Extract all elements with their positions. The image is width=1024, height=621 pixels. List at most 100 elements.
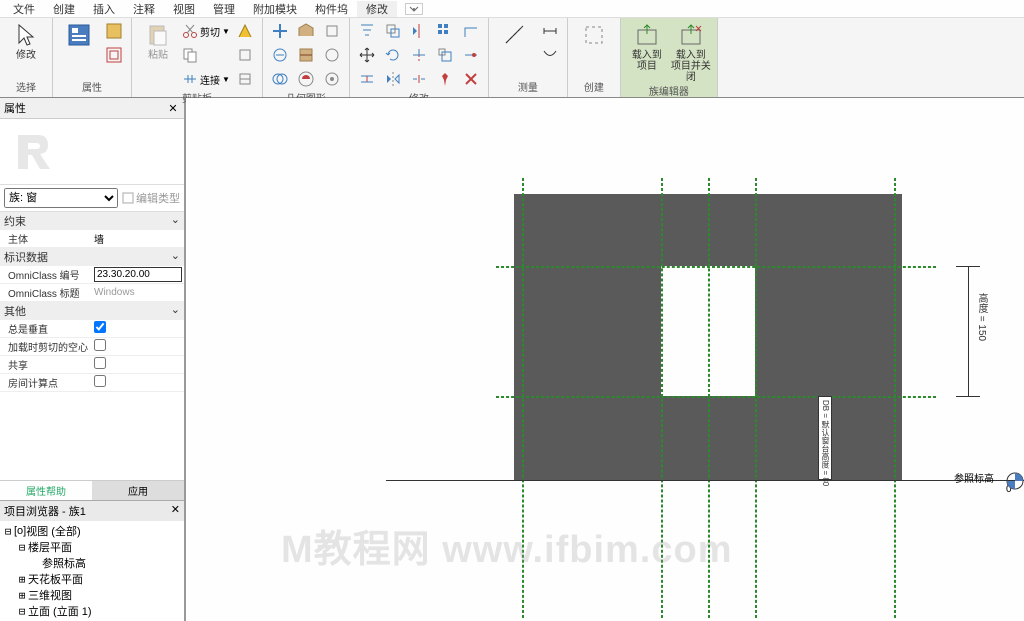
move-button[interactable] bbox=[356, 44, 378, 66]
scale-button[interactable] bbox=[434, 44, 456, 66]
node-floor-plans[interactable]: ⊟楼层平面 bbox=[2, 539, 182, 555]
ribbon-group-create: 创建 bbox=[568, 18, 621, 97]
menu-view[interactable]: 视图 bbox=[164, 1, 204, 17]
drawing-canvas[interactable]: 高度 = 150 DB = 默认窗台高度 = 80 参照标高 0 M教程网 ww… bbox=[186, 98, 1024, 621]
shared-checkbox[interactable] bbox=[94, 357, 106, 369]
dim-height-line[interactable] bbox=[968, 266, 969, 396]
trim-corner-button[interactable] bbox=[460, 20, 482, 42]
properties-icon bbox=[66, 22, 92, 48]
group-label-create: 创建 bbox=[574, 79, 614, 95]
geom-tool-a[interactable] bbox=[321, 20, 343, 42]
type-properties-button[interactable] bbox=[103, 44, 125, 66]
load-into-project-button[interactable]: 载入到 项目 bbox=[627, 20, 667, 72]
room-calc-checkbox[interactable] bbox=[94, 375, 106, 387]
dimension-button[interactable] bbox=[539, 20, 561, 42]
ref-plane-center[interactable] bbox=[708, 178, 710, 618]
offset-button[interactable] bbox=[356, 68, 378, 90]
always-vertical-checkbox[interactable] bbox=[94, 321, 106, 333]
menu-insert[interactable]: 插入 bbox=[84, 1, 124, 17]
measure-tool-2[interactable] bbox=[539, 44, 561, 66]
menu-manage[interactable]: 管理 bbox=[204, 1, 244, 17]
split-face-button[interactable] bbox=[295, 44, 317, 66]
menu-create[interactable]: 创建 bbox=[44, 1, 84, 17]
pin-button[interactable] bbox=[434, 68, 456, 90]
ribbon-group-modify: 修改 bbox=[350, 18, 489, 97]
node-ref-level[interactable]: 参照标高 bbox=[2, 555, 182, 571]
cut-geom-button[interactable] bbox=[269, 44, 291, 66]
properties-help-link[interactable]: 属性帮助 bbox=[0, 481, 92, 500]
ribbon-group-select: 修改 选择 bbox=[0, 18, 53, 97]
trim-single-button[interactable] bbox=[460, 44, 482, 66]
prop-host: 主体墙 bbox=[0, 230, 184, 248]
copy-button[interactable] bbox=[182, 44, 230, 66]
node-3d-views[interactable]: ⊞三维视图 bbox=[2, 587, 182, 603]
connect-button[interactable]: 连接▼ bbox=[182, 68, 230, 90]
apply-button[interactable]: 应用 bbox=[92, 481, 184, 500]
trim-extend-button[interactable] bbox=[408, 44, 430, 66]
menu-compwarehouse[interactable]: 构件坞 bbox=[306, 1, 357, 17]
cut-void-checkbox[interactable] bbox=[94, 339, 106, 351]
geom-tool-c[interactable] bbox=[321, 68, 343, 90]
delete-button[interactable] bbox=[460, 68, 482, 90]
cut-button[interactable]: 剪切▼ bbox=[182, 20, 230, 42]
ref-plane-sill[interactable] bbox=[496, 396, 936, 398]
properties-title: 属性 bbox=[4, 100, 26, 116]
geom-tool-b[interactable] bbox=[321, 44, 343, 66]
menu-file[interactable]: 文件 bbox=[4, 1, 44, 17]
type-preview bbox=[0, 119, 184, 185]
clipboard-tool-2[interactable] bbox=[234, 44, 256, 66]
create-button[interactable] bbox=[574, 20, 614, 48]
level-head-icon[interactable] bbox=[1006, 472, 1024, 490]
edit-type-icon bbox=[122, 192, 134, 204]
node-elevations[interactable]: ⊟立面 (立面 1) bbox=[2, 603, 182, 619]
edit-type-button[interactable]: 编辑类型 bbox=[122, 190, 180, 206]
left-sidebar: 属性 ✕ 族: 窗 编辑类型 约束⌄ 主体墙 标识数据⌄ OmniClass 编… bbox=[0, 98, 186, 621]
mirror-draw-button[interactable] bbox=[408, 20, 430, 42]
menu-addins[interactable]: 附加模块 bbox=[244, 1, 306, 17]
omniclass-number-input[interactable] bbox=[94, 267, 182, 282]
section-constraints[interactable]: 约束⌄ bbox=[0, 212, 184, 230]
array-button[interactable] bbox=[434, 20, 456, 42]
ribbon-group-clipboard: 粘贴 剪切▼ 连接▼ 剪贴板 bbox=[132, 18, 263, 97]
node-ceiling-plans[interactable]: ⊞天花板平面 bbox=[2, 571, 182, 587]
ribbon: 修改 选择 属性 粘贴 剪切▼ bbox=[0, 18, 1024, 98]
ref-plane-right[interactable] bbox=[894, 178, 896, 618]
create-icon bbox=[581, 22, 607, 48]
prop-room-calc: 房间计算点 bbox=[0, 374, 184, 392]
mirror-axis-button[interactable] bbox=[382, 68, 404, 90]
type-selector-row: 族: 窗 编辑类型 bbox=[0, 185, 184, 212]
ref-plane-left[interactable] bbox=[522, 178, 524, 618]
clipboard-tool-3[interactable] bbox=[234, 68, 256, 90]
modify-tool-button[interactable]: 修改 bbox=[6, 20, 46, 61]
revit-logo-icon bbox=[10, 127, 60, 177]
ref-plane-opening-right[interactable] bbox=[755, 178, 757, 618]
paint-button[interactable] bbox=[295, 68, 317, 90]
menu-annotate[interactable]: 注释 bbox=[124, 1, 164, 17]
measure-button[interactable] bbox=[495, 20, 535, 48]
family-types-button[interactable] bbox=[103, 20, 125, 42]
section-identity[interactable]: 标识数据⌄ bbox=[0, 248, 184, 266]
node-views[interactable]: ⊟[o] 视图 (全部) bbox=[2, 523, 182, 539]
split-button[interactable] bbox=[408, 68, 430, 90]
copy-tool-button[interactable] bbox=[382, 20, 404, 42]
menu-modify[interactable]: 修改 bbox=[357, 1, 397, 17]
ribbon-panel-selector[interactable] bbox=[405, 3, 423, 15]
family-type-select[interactable]: 族: 窗 bbox=[4, 188, 118, 208]
close-browser-button[interactable]: ✕ bbox=[171, 503, 180, 519]
cope-button[interactable] bbox=[269, 20, 291, 42]
ref-level-marker[interactable]: 参照标高 bbox=[954, 470, 994, 485]
ref-plane-opening-left[interactable] bbox=[661, 178, 663, 618]
properties-button[interactable] bbox=[59, 20, 99, 48]
rotate-button[interactable] bbox=[382, 44, 404, 66]
join-geom-button[interactable] bbox=[269, 68, 291, 90]
align-button[interactable] bbox=[356, 20, 378, 42]
ref-plane-head[interactable] bbox=[496, 266, 936, 268]
paste-button[interactable]: 粘贴 bbox=[138, 20, 178, 61]
group-label-measure: 测量 bbox=[495, 79, 561, 95]
match-type-button[interactable] bbox=[234, 20, 256, 42]
load-close-icon bbox=[678, 22, 704, 48]
load-close-button[interactable]: 载入到 项目并关闭 bbox=[671, 20, 711, 83]
dim-height-label[interactable]: 高度 = 150 bbox=[974, 293, 989, 341]
section-other[interactable]: 其他⌄ bbox=[0, 302, 184, 320]
wall-opening-button[interactable] bbox=[295, 20, 317, 42]
